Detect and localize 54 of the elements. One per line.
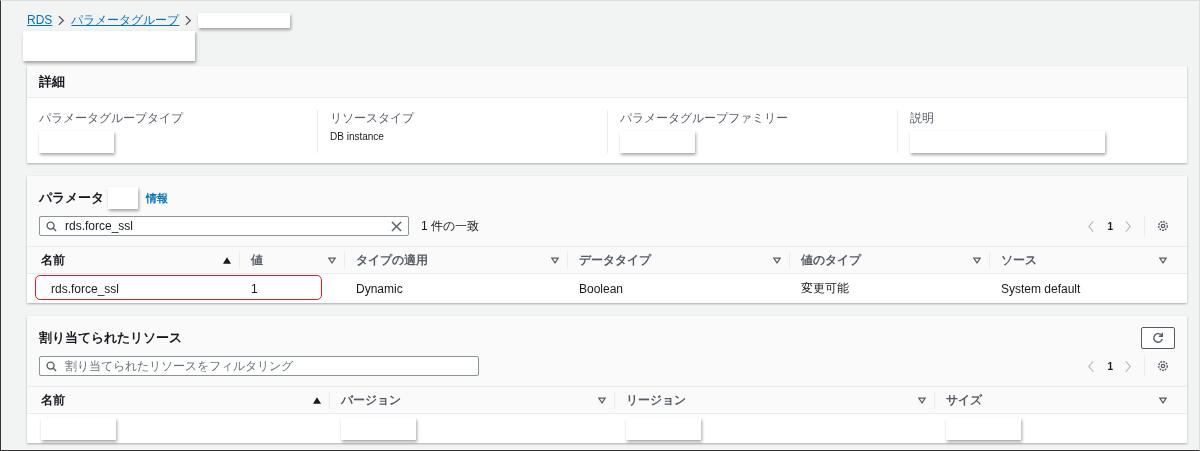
match-count: 1 件の一致 — [421, 217, 479, 235]
redacted-box — [108, 187, 138, 209]
column-header[interactable]: 名前 — [41, 252, 65, 269]
page-number[interactable]: 1 — [1107, 220, 1113, 232]
section-title: パラメータ — [39, 189, 104, 207]
clear-icon[interactable] — [391, 220, 402, 232]
column-header[interactable]: リージョン — [626, 392, 686, 409]
column-header[interactable]: 名前 — [41, 392, 65, 409]
sort-icon[interactable] — [551, 257, 559, 264]
table-cell-text: System default — [1000, 281, 1082, 296]
table-cell-text: 変更可能 — [800, 280, 850, 297]
refresh-button[interactable] — [1141, 327, 1175, 349]
column-header[interactable]: タイプの適用 — [356, 252, 428, 269]
column-header[interactable]: サイズ — [946, 392, 982, 409]
search-input[interactable]: 割り当てられたリソースをフィルタリング — [63, 358, 472, 374]
breadcrumb-link[interactable]: RDS — [27, 13, 53, 27]
search-icon — [46, 360, 57, 372]
field-label: パラメータグループタイプ — [39, 110, 183, 127]
page-number[interactable]: 1 — [1107, 360, 1113, 372]
sort-icon[interactable] — [1159, 257, 1167, 264]
column-header[interactable]: バージョン — [341, 392, 401, 409]
sort-icon[interactable] — [773, 257, 781, 264]
sort-icon[interactable] — [328, 257, 336, 264]
info-link[interactable]: 情報 — [146, 190, 168, 206]
sort-icon[interactable] — [1159, 397, 1167, 404]
section-title: 詳細 — [39, 72, 65, 91]
sort-icon[interactable] — [973, 257, 981, 264]
field-value: DB instance — [330, 131, 384, 142]
column-header[interactable]: データタイプ — [579, 252, 651, 269]
sort-ascending-icon[interactable] — [313, 397, 321, 404]
table-cell-text: Boolean — [578, 281, 625, 296]
field-label: リソースタイプ — [330, 110, 414, 127]
field-label: パラメータグループファミリー — [620, 110, 788, 127]
search-field[interactable]: 割り当てられたリソースをフィルタリング — [39, 356, 479, 376]
chevron-right-icon — [185, 14, 193, 26]
section-title: 割り当てられたリソース — [39, 329, 182, 347]
table-cell-text: rds.force_ssl — [50, 281, 121, 296]
search-icon — [46, 220, 57, 232]
column-header[interactable]: 値のタイプ — [801, 252, 861, 269]
chevron-right-icon — [58, 14, 66, 26]
search-field[interactable]: rds.force_ssl — [39, 216, 409, 236]
table-cell-text: Dynamic — [355, 281, 404, 296]
column-header[interactable]: 値 — [251, 252, 263, 269]
sort-ascending-icon[interactable] — [223, 257, 231, 264]
breadcrumb-link[interactable]: パラメータグループ — [71, 11, 180, 29]
refresh-icon — [1152, 332, 1164, 344]
sort-icon[interactable] — [918, 397, 926, 404]
settings-icon[interactable] — [1157, 360, 1169, 372]
settings-icon[interactable] — [1157, 220, 1169, 232]
field-label: 説明 — [910, 110, 934, 127]
search-input[interactable]: rds.force_ssl — [63, 218, 385, 234]
column-header[interactable]: ソース — [1001, 252, 1037, 269]
table-cell-text: 1 — [250, 281, 259, 296]
sort-icon[interactable] — [598, 397, 606, 404]
